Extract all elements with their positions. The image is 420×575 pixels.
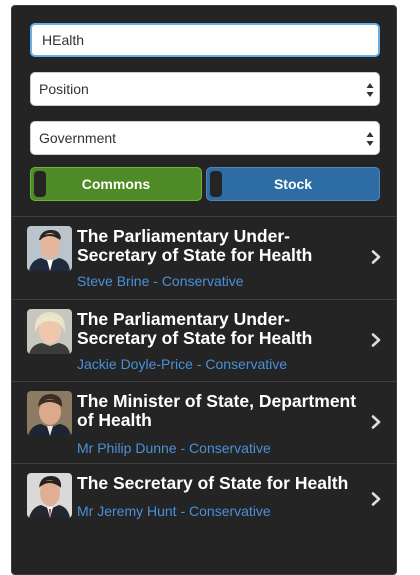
stock-toggle-label: Stock bbox=[273, 176, 313, 192]
stock-toggle-knob bbox=[210, 171, 222, 197]
result-title: The Parliamentary Under-Secretary of Sta… bbox=[77, 309, 313, 348]
result-title: The Secretary of State for Health bbox=[77, 473, 349, 493]
avatar bbox=[27, 473, 72, 518]
list-item[interactable]: The Secretary of State for Health Mr Jer… bbox=[12, 464, 396, 546]
stock-toggle[interactable]: Stock bbox=[206, 167, 380, 201]
result-subtitle-link[interactable]: Mr Jeremy Hunt - Conservative bbox=[77, 503, 271, 519]
result-subtitle-link[interactable]: Steve Brine - Conservative bbox=[77, 273, 244, 289]
result-subtitle-link[interactable]: Jackie Doyle-Price - Conservative bbox=[77, 356, 287, 372]
result-title: The Parliamentary Under-Secretary of Sta… bbox=[77, 226, 313, 265]
chevron-right-icon bbox=[371, 250, 381, 264]
chevron-right-icon bbox=[371, 415, 381, 429]
commons-toggle-knob bbox=[34, 171, 46, 197]
commons-toggle-label: Commons bbox=[81, 176, 151, 192]
chevron-right-icon bbox=[371, 492, 381, 506]
list-item[interactable]: The Parliamentary Under-Secretary of Sta… bbox=[12, 300, 396, 382]
search-input[interactable] bbox=[30, 23, 380, 57]
government-select-label: Government bbox=[39, 130, 117, 146]
up-down-arrows-icon bbox=[366, 132, 374, 146]
position-select[interactable]: Position bbox=[30, 72, 380, 106]
position-select-label: Position bbox=[39, 81, 89, 97]
list-item[interactable]: The Parliamentary Under-Secretary of Sta… bbox=[12, 217, 396, 299]
commons-toggle[interactable]: Commons bbox=[30, 167, 202, 201]
result-subtitle-link[interactable]: Mr Philip Dunne - Conservative bbox=[77, 440, 271, 456]
result-title: The Minister of State, Department of Hea… bbox=[77, 391, 357, 430]
list-item[interactable]: The Minister of State, Department of Hea… bbox=[12, 382, 396, 464]
search-panel: Position Government Commons Stock bbox=[11, 5, 397, 575]
chevron-right-icon bbox=[371, 333, 381, 347]
avatar bbox=[27, 226, 72, 271]
government-select[interactable]: Government bbox=[30, 121, 380, 155]
avatar bbox=[27, 391, 72, 436]
avatar bbox=[27, 309, 72, 354]
up-down-arrows-icon bbox=[366, 83, 374, 97]
